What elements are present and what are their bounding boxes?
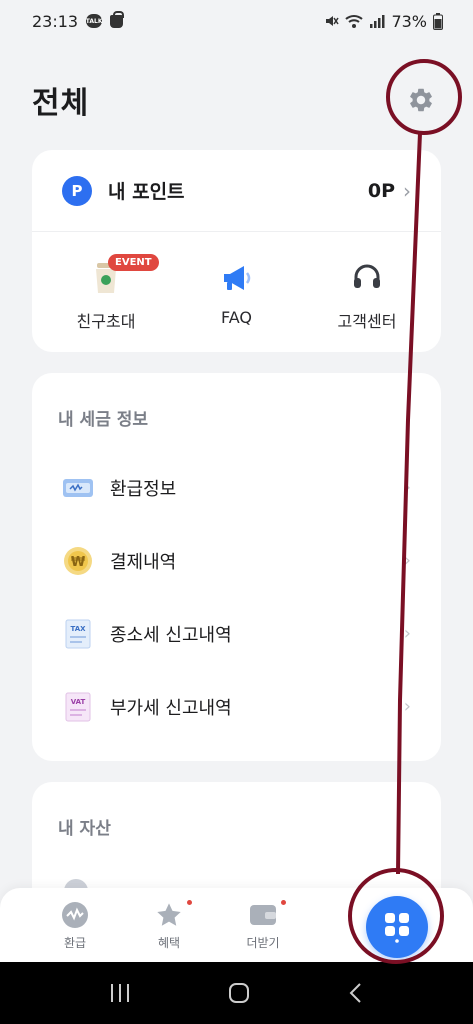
quick-action-label: FAQ — [221, 308, 252, 327]
points-card: P 내 포인트 0P › EVENT 친구초대 FAQ 고객센터 — [32, 150, 441, 352]
quick-action-label: 친구초대 — [76, 312, 136, 331]
battery-icon — [433, 12, 443, 30]
back-icon[interactable] — [346, 981, 366, 1005]
section-title: 내 자산 — [58, 819, 111, 839]
points-label: 내 포인트 — [108, 181, 185, 203]
nav-label: 더받기 — [246, 935, 280, 950]
tax-item-label: 부가세 신고내역 — [110, 697, 232, 719]
vat-icon-text: VAT — [71, 698, 86, 706]
tax-item-label: 결제내역 — [110, 551, 177, 573]
chevron-right-icon: › — [403, 550, 411, 571]
signal-icon — [370, 15, 385, 28]
tax-item-income-tax-report[interactable]: TAX 종소세 신고내역 › — [32, 597, 441, 670]
points-value: 0P — [367, 179, 395, 202]
page-title: 전체 — [32, 86, 90, 121]
svg-text:₩: ₩ — [71, 555, 86, 570]
tax-item-refund-info[interactable]: 환급정보 › — [32, 451, 441, 524]
tax-item-label: 종소세 신고내역 — [110, 624, 232, 646]
points-icon: P — [62, 175, 92, 206]
nav-tab-earn-more[interactable]: 더받기 — [216, 899, 310, 951]
section-title: 내 세금 정보 — [58, 410, 149, 430]
battery-percentage: 73% — [391, 11, 427, 31]
refund-card-icon — [62, 472, 94, 504]
star-icon — [154, 900, 184, 930]
quick-actions: EVENT 친구초대 FAQ 고객센터 — [32, 232, 441, 332]
gear-icon — [410, 88, 432, 112]
status-left: 23:13 TALK — [32, 10, 125, 31]
notification-dot — [281, 899, 286, 905]
nav-tab-benefits[interactable]: 혜택 — [122, 899, 216, 951]
chevron-right-icon: › — [403, 696, 411, 717]
tax-info-card: 내 세금 정보 환급정보 › ₩ 결제내역 › TAX 종소세 신고내역 › V… — [32, 373, 441, 761]
quick-action-label: 고객센터 — [337, 312, 397, 331]
notification-dot — [187, 899, 192, 905]
refund-icon — [60, 900, 90, 930]
tax-icon-text: TAX — [70, 625, 86, 633]
chevron-right-icon: › — [403, 477, 411, 498]
status-right: 73% — [323, 12, 443, 31]
quick-action-invite-friends[interactable]: EVENT 친구초대 — [56, 254, 159, 332]
home-icon[interactable] — [227, 981, 251, 1005]
quick-action-faq[interactable]: FAQ — [187, 260, 287, 332]
chevron-right-icon: › — [403, 623, 411, 644]
nav-label: 환급 — [63, 935, 87, 950]
kakaotalk-notification-icon: TALK — [86, 14, 102, 28]
tax-item-label: 환급정보 — [110, 478, 177, 500]
chevron-right-icon: › — [403, 178, 411, 203]
page-header: 전체 — [32, 70, 441, 130]
system-navigation-bar — [0, 962, 473, 1024]
megaphone-icon — [219, 260, 255, 296]
status-bar: 23:13 TALK 73% — [0, 0, 473, 42]
tax-document-icon: TAX — [62, 618, 94, 650]
tax-item-payment-history[interactable]: ₩ 결제내역 › — [32, 524, 441, 597]
event-badge: EVENT — [108, 254, 159, 271]
grid-menu-icon — [385, 913, 409, 943]
wallet-icon — [248, 900, 278, 930]
tax-item-vat-report[interactable]: VAT 부가세 신고내역 › — [32, 670, 441, 743]
all-menu-button[interactable] — [366, 896, 428, 958]
nav-tab-refund[interactable]: 환급 — [28, 900, 122, 951]
settings-button[interactable] — [401, 80, 441, 120]
recent-apps-icon[interactable] — [108, 982, 132, 1004]
won-coin-icon: ₩ — [62, 545, 94, 577]
vat-document-icon: VAT — [62, 691, 94, 723]
quick-action-customer-center[interactable]: 고객센터 — [317, 260, 417, 332]
headset-icon — [349, 260, 385, 296]
nav-label: 혜택 — [157, 935, 181, 950]
shopping-bag-notification-icon — [110, 10, 125, 28]
status-time: 23:13 — [32, 11, 79, 31]
wifi-icon — [345, 15, 364, 28]
mute-icon — [326, 16, 340, 26]
my-points-row[interactable]: P 내 포인트 0P › — [32, 150, 441, 232]
